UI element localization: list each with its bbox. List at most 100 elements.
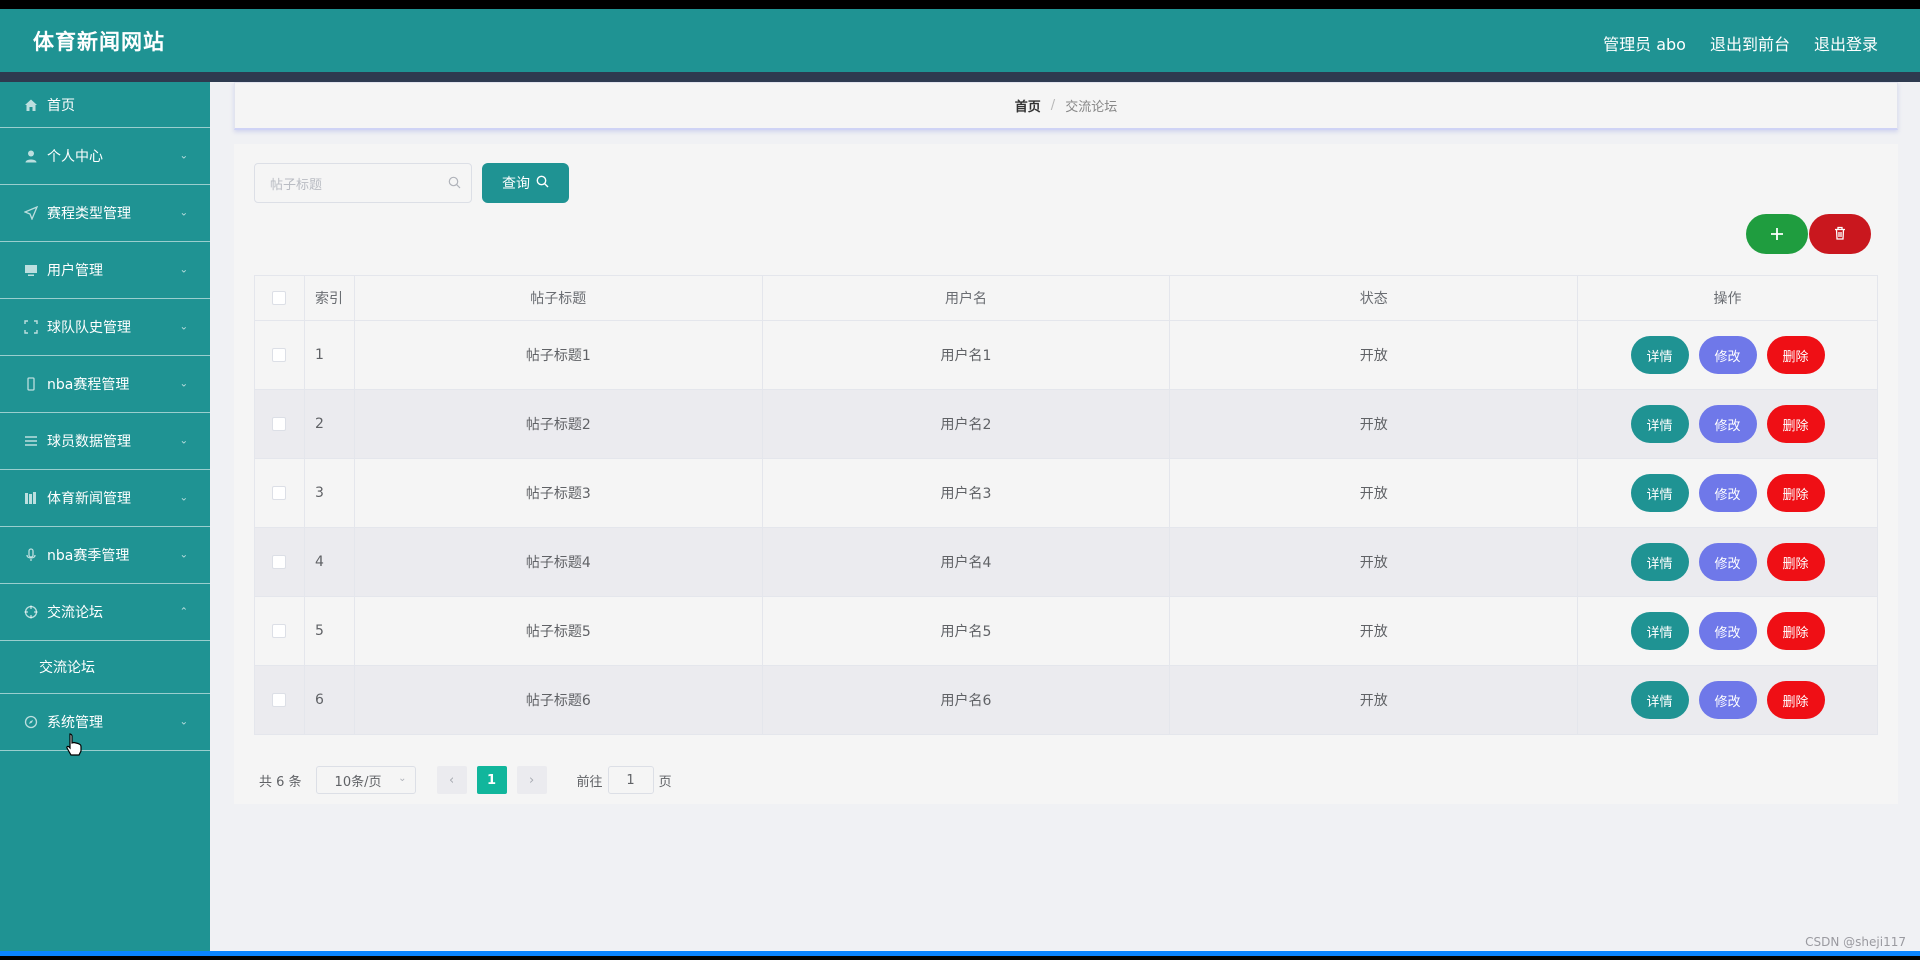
chevron-left-icon: ‹ (448, 772, 455, 788)
row-actions: 详情 修改 删除 (1577, 596, 1878, 666)
add-button[interactable] (1746, 214, 1808, 254)
sidebar-item-label: 赛程类型管理 (47, 206, 131, 222)
header-divider (0, 72, 1920, 82)
row-index: 3 (303, 458, 355, 528)
sidebar-item-label: 系统管理 (47, 715, 103, 731)
edit-button[interactable]: 修改 (1698, 543, 1757, 581)
edit-button[interactable]: 修改 (1698, 336, 1757, 374)
header-links: 管理员 abo 退出到前台 退出登录 (1603, 31, 1878, 55)
sidebar-item-sports-news[interactable]: 体育新闻管理 ⌄ (0, 470, 210, 527)
row-checkbox[interactable] (272, 348, 287, 362)
query-button[interactable]: 查询 (482, 163, 569, 203)
detail-button[interactable]: 详情 (1630, 474, 1689, 512)
row-status: 开放 (1169, 665, 1579, 735)
sidebar-subitem-forum[interactable]: 交流论坛 (0, 641, 210, 694)
admin-user-link[interactable]: 管理员 abo (1603, 31, 1686, 55)
exit-to-frontend-link[interactable]: 退出到前台 (1710, 31, 1790, 55)
monitor-icon (24, 263, 38, 277)
row-status: 开放 (1169, 527, 1579, 597)
sidebar-item-home[interactable]: 首页 (0, 82, 210, 128)
detail-button[interactable]: 详情 (1630, 612, 1689, 650)
row-title: 帖子标题3 (353, 458, 763, 528)
row-user: 用户名3 (761, 458, 1171, 528)
row-user: 用户名5 (761, 596, 1171, 666)
prev-page-button[interactable]: ‹ (436, 766, 467, 794)
sidebar-item-nba-schedule[interactable]: nba赛程管理 ⌄ (0, 356, 210, 413)
row-status: 开放 (1169, 389, 1579, 459)
forum-table: 索引 帖子标题 用户名 状态 操作 1 帖子标题1 用户名1 开放 详情 修改 删除 (254, 275, 1878, 735)
row-user: 用户名2 (761, 389, 1171, 459)
row-checkbox[interactable] (272, 555, 287, 569)
row-user: 用户名1 (761, 320, 1171, 390)
table-row: 5 帖子标题5 用户名5 开放 详情 修改 删除 (254, 596, 1878, 666)
chevron-down-icon: ⌄ (179, 207, 188, 219)
next-page-button[interactable]: › (516, 766, 547, 794)
chevron-down-icon: ⌄ (179, 716, 188, 728)
row-title: 帖子标题1 (353, 320, 763, 390)
edit-button[interactable]: 修改 (1698, 405, 1757, 443)
row-title: 帖子标题4 (353, 527, 763, 597)
page-size-select[interactable]: 10条/页 ⌄ (315, 766, 416, 794)
sidebar-item-nba-season[interactable]: nba赛季管理 ⌄ (0, 527, 210, 584)
sidebar-item-users[interactable]: 用户管理 ⌄ (0, 242, 210, 299)
row-checkbox[interactable] (272, 486, 287, 500)
row-select-cell (254, 320, 305, 390)
list-icon (24, 434, 38, 448)
table-header-row: 索引 帖子标题 用户名 状态 操作 (254, 275, 1878, 321)
sidebar-item-system[interactable]: 系统管理 ⌄ (0, 694, 210, 751)
breadcrumb-home[interactable]: 首页 (1015, 96, 1041, 115)
delete-button[interactable]: 删除 (1766, 612, 1825, 650)
sidebar-item-forum[interactable]: 交流论坛 ⌃ (0, 584, 210, 641)
col-header-index: 索引 (303, 275, 355, 321)
row-title: 帖子标题5 (353, 596, 763, 666)
chevron-down-icon: ⌄ (398, 773, 407, 784)
sidebar-item-label: 用户管理 (47, 263, 103, 279)
sidebar-item-schedule-type[interactable]: 赛程类型管理 ⌄ (0, 185, 210, 242)
goto-page-input[interactable]: 1 (607, 766, 654, 794)
row-index: 1 (303, 320, 355, 390)
delete-button[interactable]: 删除 (1766, 543, 1825, 581)
sidebar-item-player-data[interactable]: 球员数据管理 ⌄ (0, 413, 210, 470)
row-checkbox[interactable] (272, 693, 287, 707)
detail-button[interactable]: 详情 (1630, 681, 1689, 719)
row-select-cell (254, 596, 305, 666)
row-actions: 详情 修改 删除 (1577, 389, 1878, 459)
page-number-button[interactable]: 1 (476, 766, 507, 794)
crosshair-icon (24, 605, 38, 619)
row-user: 用户名4 (761, 527, 1171, 597)
mouse-pointer-icon (65, 733, 83, 761)
row-index: 6 (303, 665, 355, 735)
content-panel: 帖子标题 查询 索引 帖子标题 用户名 状态 操作 1 帖子标题1 用户名1 开… (234, 144, 1898, 804)
row-checkbox[interactable] (272, 624, 287, 638)
delete-button[interactable]: 删除 (1766, 336, 1825, 374)
chevron-down-icon: ⌄ (179, 549, 188, 561)
sidebar-item-team-history[interactable]: 球队队史管理 ⌄ (0, 299, 210, 356)
row-title: 帖子标题2 (353, 389, 763, 459)
app-frame: 体育新闻网站 管理员 abo 退出到前台 退出登录 首页 个人中心 ⌄ 赛程类型… (0, 9, 1920, 951)
edit-button[interactable]: 修改 (1698, 681, 1757, 719)
select-all-checkbox[interactable] (272, 291, 287, 305)
edit-button[interactable]: 修改 (1698, 474, 1757, 512)
sidebar-item-profile[interactable]: 个人中心 ⌄ (0, 128, 210, 185)
row-checkbox[interactable] (272, 417, 287, 431)
site-title: 体育新闻网站 (33, 30, 165, 54)
edit-button[interactable]: 修改 (1698, 612, 1757, 650)
sidebar-item-label: 个人中心 (47, 149, 103, 165)
delete-button[interactable]: 删除 (1766, 405, 1825, 443)
row-status: 开放 (1169, 596, 1579, 666)
chevron-down-icon: ⌄ (179, 378, 188, 390)
row-index: 2 (303, 389, 355, 459)
send-icon (24, 206, 38, 220)
batch-delete-button[interactable] (1809, 214, 1871, 254)
delete-button[interactable]: 删除 (1766, 681, 1825, 719)
detail-button[interactable]: 详情 (1630, 336, 1689, 374)
detail-button[interactable]: 详情 (1630, 543, 1689, 581)
row-index: 5 (303, 596, 355, 666)
logout-link[interactable]: 退出登录 (1814, 31, 1878, 55)
delete-button[interactable]: 删除 (1766, 474, 1825, 512)
row-title: 帖子标题6 (353, 665, 763, 735)
watermark: CSDN @sheji117 (1805, 935, 1906, 949)
table-row: 1 帖子标题1 用户名1 开放 详情 修改 删除 (254, 320, 1878, 390)
post-title-search-input[interactable]: 帖子标题 (254, 163, 472, 203)
detail-button[interactable]: 详情 (1630, 405, 1689, 443)
